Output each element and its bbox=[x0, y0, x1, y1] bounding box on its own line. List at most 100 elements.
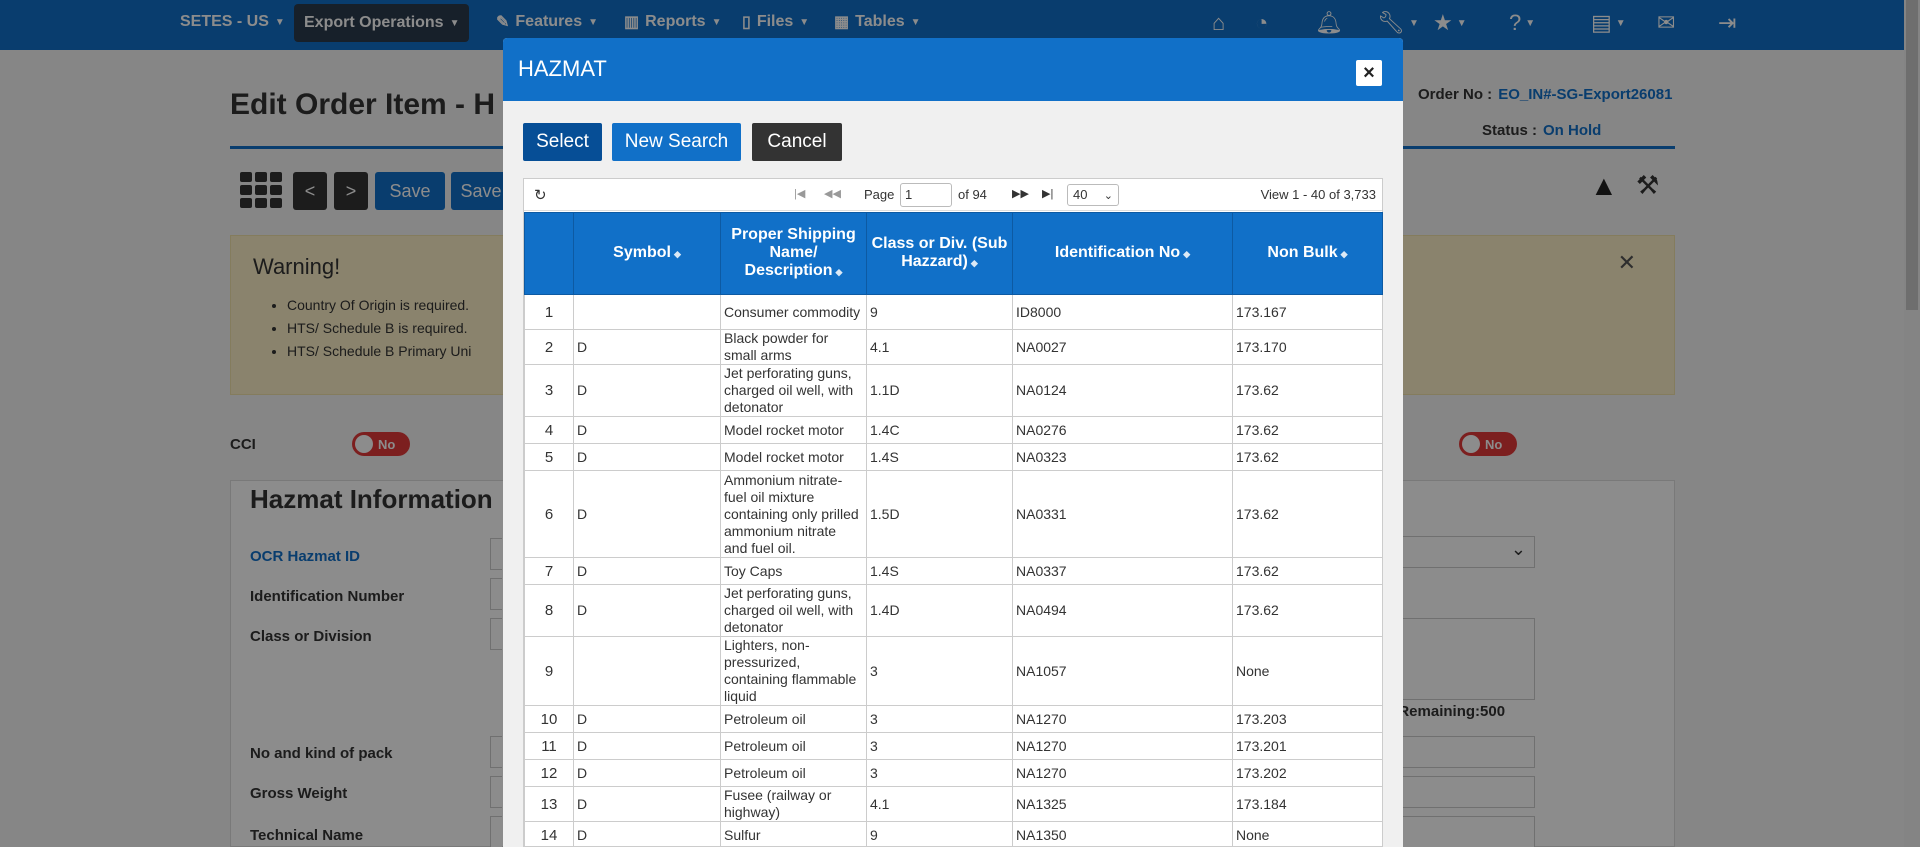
column-header-class[interactable]: Class or Div. (Sub Hazzard) ◆ bbox=[866, 212, 1013, 295]
shipping-name-cell: Black powder for small arms bbox=[720, 329, 867, 365]
class-cell: 1.5D bbox=[866, 470, 1013, 558]
non-bulk-cell: 173.62 bbox=[1232, 557, 1383, 585]
class-cell: 1.1D bbox=[866, 364, 1013, 417]
table-row[interactable]: 8 D Jet perforating guns, charged oil well… bbox=[524, 584, 1383, 637]
column-header-symbol[interactable]: Symbol ◆ bbox=[573, 212, 721, 295]
page-number-input[interactable]: 1 bbox=[900, 183, 952, 207]
column-header-non-bulk[interactable]: Non Bulk ◆ bbox=[1232, 212, 1383, 295]
class-cell: 4.1 bbox=[866, 786, 1013, 822]
table-row[interactable]: 14 D Sulfur 9 NA1350 None bbox=[524, 821, 1383, 847]
shipping-name-cell: Fusee (railway or highway) bbox=[720, 786, 867, 822]
row-number: 4 bbox=[524, 416, 574, 444]
symbol-cell bbox=[573, 636, 721, 706]
shipping-name-cell: Model rocket motor bbox=[720, 416, 867, 444]
identification-cell: NA1270 bbox=[1012, 732, 1233, 760]
class-cell: 1.4D bbox=[866, 584, 1013, 637]
prev-page-icon[interactable]: ◀◀ bbox=[824, 187, 841, 200]
row-number: 10 bbox=[524, 705, 574, 733]
table-row[interactable]: 10 D Petroleum oil 3 NA1270 173.203 bbox=[524, 705, 1383, 733]
table-row[interactable]: 2 D Black powder for small arms 4.1 NA0027 17… bbox=[524, 329, 1383, 365]
refresh-icon[interactable]: ↻ bbox=[534, 186, 547, 204]
identification-cell: NA1270 bbox=[1012, 705, 1233, 733]
identification-cell: NA0331 bbox=[1012, 470, 1233, 558]
shipping-name-cell: Ammonium nitrate-fuel oil mixture contai… bbox=[720, 470, 867, 558]
column-header-label: Class or Div. (Sub Hazzard) bbox=[871, 235, 1008, 270]
class-cell: 9 bbox=[866, 821, 1013, 847]
shipping-name-cell: Sulfur bbox=[720, 821, 867, 847]
non-bulk-cell: 173.167 bbox=[1232, 294, 1383, 330]
symbol-cell: D bbox=[573, 821, 721, 847]
non-bulk-cell: 173.62 bbox=[1232, 364, 1383, 417]
close-button[interactable]: × bbox=[1356, 60, 1382, 86]
row-number: 7 bbox=[524, 557, 574, 585]
shipping-name-cell: Petroleum oil bbox=[720, 759, 867, 787]
grid-pager: ↻ |◀ ◀◀ Page 1 of 94 ▶▶ ▶| 40 ⌄ View 1 - … bbox=[524, 179, 1382, 211]
last-page-icon[interactable]: ▶| bbox=[1042, 187, 1053, 200]
class-cell: 4.1 bbox=[866, 329, 1013, 365]
sort-icon: ◆ bbox=[970, 258, 978, 268]
hazmat-grid: ↻ |◀ ◀◀ Page 1 of 94 ▶▶ ▶| 40 ⌄ View 1 - … bbox=[523, 178, 1383, 847]
identification-cell: NA1270 bbox=[1012, 759, 1233, 787]
column-header-label: Non Bulk bbox=[1267, 244, 1338, 261]
table-row[interactable]: 1 Consumer commodity 9 ID8000 173.167 bbox=[524, 294, 1383, 330]
modal-title: HAZMAT bbox=[518, 56, 607, 81]
row-number: 9 bbox=[524, 636, 574, 706]
modal-header: HAZMAT × bbox=[503, 38, 1403, 101]
rows-per-page-value: 40 bbox=[1073, 187, 1088, 202]
cancel-button[interactable]: Cancel bbox=[752, 123, 842, 161]
class-cell: 9 bbox=[866, 294, 1013, 330]
non-bulk-cell: 173.62 bbox=[1232, 470, 1383, 558]
column-header-label: Symbol bbox=[613, 244, 671, 261]
row-number: 3 bbox=[524, 364, 574, 417]
rows-per-page-select[interactable]: 40 ⌄ bbox=[1067, 184, 1119, 206]
identification-cell: NA0337 bbox=[1012, 557, 1233, 585]
identification-cell: NA1350 bbox=[1012, 821, 1233, 847]
table-row[interactable]: 9 Lighters, non-pressurized, containing f… bbox=[524, 636, 1383, 706]
identification-cell: NA0494 bbox=[1012, 584, 1233, 637]
column-header-identification[interactable]: Identification No ◆ bbox=[1012, 212, 1233, 295]
non-bulk-cell: 173.170 bbox=[1232, 329, 1383, 365]
column-header-label: Identification No bbox=[1054, 244, 1181, 261]
column-header-shipping-name[interactable]: Proper Shipping Name/ Description ◆ bbox=[720, 212, 867, 295]
symbol-cell: D bbox=[573, 443, 721, 471]
non-bulk-cell: 173.202 bbox=[1232, 759, 1383, 787]
shipping-name-cell: Lighters, non-pressurized, containing fl… bbox=[720, 636, 867, 706]
table-row[interactable]: 6 D Ammonium nitrate-fuel oil mixture cont… bbox=[524, 470, 1383, 558]
shipping-name-cell: Petroleum oil bbox=[720, 705, 867, 733]
row-number: 12 bbox=[524, 759, 574, 787]
table-row[interactable]: 3 D Jet perforating guns, charged oil well… bbox=[524, 364, 1383, 417]
table-row[interactable]: 7 D Toy Caps 1.4S NA0337 173.62 bbox=[524, 557, 1383, 585]
row-number: 2 bbox=[524, 329, 574, 365]
table-row[interactable]: 5 D Model rocket motor 1.4S NA0323 173.62 bbox=[524, 443, 1383, 471]
symbol-cell: D bbox=[573, 759, 721, 787]
shipping-name-cell: Consumer commodity bbox=[720, 294, 867, 330]
sort-icon: ◆ bbox=[1340, 249, 1348, 259]
symbol-cell: D bbox=[573, 705, 721, 733]
symbol-cell bbox=[573, 294, 721, 330]
class-cell: 3 bbox=[866, 636, 1013, 706]
non-bulk-cell: None bbox=[1232, 821, 1383, 847]
first-page-icon[interactable]: |◀ bbox=[794, 187, 805, 200]
symbol-cell: D bbox=[573, 557, 721, 585]
class-cell: 1.4C bbox=[866, 416, 1013, 444]
next-page-icon[interactable]: ▶▶ bbox=[1012, 187, 1029, 200]
shipping-name-cell: Petroleum oil bbox=[720, 732, 867, 760]
table-row[interactable]: 12 D Petroleum oil 3 NA1270 173.202 bbox=[524, 759, 1383, 787]
new-search-button[interactable]: New Search bbox=[612, 123, 741, 161]
non-bulk-cell: 173.203 bbox=[1232, 705, 1383, 733]
identification-cell: ID8000 bbox=[1012, 294, 1233, 330]
page-label: Page bbox=[864, 187, 895, 202]
symbol-cell: D bbox=[573, 364, 721, 417]
select-button[interactable]: Select bbox=[523, 123, 602, 161]
table-row[interactable]: 4 D Model rocket motor 1.4C NA0276 173.62 bbox=[524, 416, 1383, 444]
non-bulk-cell: 173.62 bbox=[1232, 584, 1383, 637]
sort-icon: ◆ bbox=[673, 249, 681, 259]
symbol-cell: D bbox=[573, 416, 721, 444]
identification-cell: NA0276 bbox=[1012, 416, 1233, 444]
table-row[interactable]: 11 D Petroleum oil 3 NA1270 173.201 bbox=[524, 732, 1383, 760]
table-body: 1 Consumer commodity 9 ID8000 173.167 2 D Blac… bbox=[524, 294, 1383, 847]
hazmat-table: Symbol ◆ Proper Shipping Name/ Descriptio… bbox=[524, 212, 1383, 847]
record-count: View 1 - 40 of 3,733 bbox=[1260, 187, 1376, 202]
table-row[interactable]: 13 D Fusee (railway or highway) 4.1 NA1325 17… bbox=[524, 786, 1383, 822]
hazmat-modal: HAZMAT × Select New Search Cancel ↻ |◀ ◀… bbox=[503, 38, 1403, 847]
